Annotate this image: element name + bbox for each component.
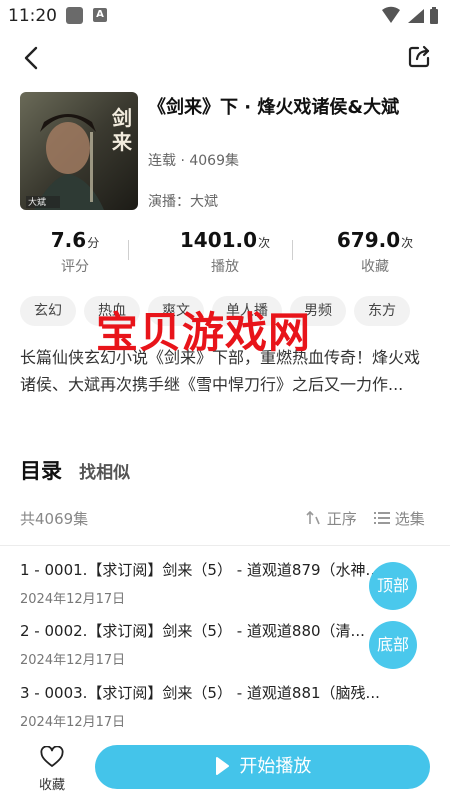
heart-icon — [40, 745, 64, 767]
divider — [0, 545, 450, 546]
status-icons — [382, 6, 438, 24]
catalog-header: 目录 找相似 — [20, 455, 440, 485]
episode-item[interactable]: 1 - 0001.【求订阅】剑来（5） - 道观道879（水神... 2024年… — [20, 559, 420, 607]
sort-button[interactable]: 正序 — [306, 508, 357, 529]
catalog-tab[interactable]: 目录 — [20, 459, 62, 483]
episode-item[interactable]: 2 - 0002.【求订阅】剑来（5） - 道观道880（清... 2024年1… — [20, 620, 420, 668]
notification-icon — [66, 7, 83, 24]
tag-chip[interactable]: 东方 — [354, 296, 410, 326]
favorites-value: 679.0 — [336, 228, 401, 252]
select-label: 选集 — [394, 510, 425, 528]
stat-favorites: 679.0次 收藏 — [300, 228, 450, 276]
episode-title: 2 - 0002.【求订阅】剑来（5） - 道观道880（清... — [20, 622, 365, 640]
episode-date: 2024年12月17日 — [20, 715, 126, 730]
rating-unit: 分 — [87, 236, 100, 250]
album-narrator: 演播：大斌 — [148, 194, 218, 210]
status-bar: 11:20 A — [0, 0, 450, 32]
similar-tab[interactable]: 找相似 — [79, 463, 130, 483]
rating-value: 7.6 — [50, 228, 87, 252]
album-status: 连载 · 4069集 — [148, 153, 239, 169]
tag-chip[interactable]: 玄幻 — [20, 296, 76, 326]
select-episodes-button[interactable]: 选集 — [374, 508, 425, 529]
start-play-label: 开始播放 — [239, 756, 312, 777]
sort-label: 正序 — [326, 510, 357, 528]
episode-count: 共4069集 — [20, 510, 89, 528]
plays-value: 1401.0 — [179, 228, 258, 252]
album-title: 《剑来》下 · 烽火戏诸侯&大斌 — [148, 97, 400, 118]
catalog-toolbar: 共4069集 正序 选集 — [20, 508, 434, 530]
favorite-label: 收藏 — [38, 778, 65, 793]
stat-plays: 1401.0次 播放 — [150, 228, 300, 276]
plays-label: 播放 — [211, 259, 239, 275]
cover-author: 大斌 — [28, 198, 47, 208]
favorite-button[interactable]: 收藏 — [30, 745, 74, 793]
cover-title: 剑来 — [112, 106, 132, 154]
stats-row: 7.6分 评分 1401.0次 播放 679.0次 收藏 — [0, 228, 450, 278]
episode-date: 2024年12月17日 — [20, 653, 126, 668]
list-icon — [374, 512, 390, 524]
bottom-bar: 收藏 开始播放 — [0, 740, 450, 800]
play-icon — [215, 756, 229, 775]
sort-icon — [306, 510, 320, 525]
favorites-label: 收藏 — [361, 259, 389, 275]
share-icon[interactable] — [406, 44, 432, 70]
stat-divider — [128, 240, 129, 260]
watermark-text: 宝贝游戏网 — [96, 308, 312, 357]
status-time: 11:20 — [8, 6, 57, 26]
scroll-bottom-button[interactable]: 底部 — [369, 621, 417, 669]
favorites-unit: 次 — [401, 236, 414, 250]
episode-title: 3 - 0003.【求订阅】剑来（5） - 道观道881（脑残... — [20, 684, 380, 702]
stat-divider — [292, 240, 293, 260]
episode-item[interactable]: 3 - 0003.【求订阅】剑来（5） - 道观道881（脑残... 2024年… — [20, 682, 420, 730]
album-cover[interactable]: 剑来 大斌 — [20, 92, 138, 210]
episode-title: 1 - 0001.【求订阅】剑来（5） - 道观道879（水神... — [20, 561, 380, 579]
plays-unit: 次 — [258, 236, 271, 250]
episode-date: 2024年12月17日 — [20, 592, 126, 607]
start-play-button[interactable]: 开始播放 — [95, 745, 430, 789]
scroll-top-button[interactable]: 顶部 — [369, 562, 417, 610]
back-icon[interactable] — [18, 44, 46, 72]
app-badge-icon: A — [93, 8, 107, 22]
